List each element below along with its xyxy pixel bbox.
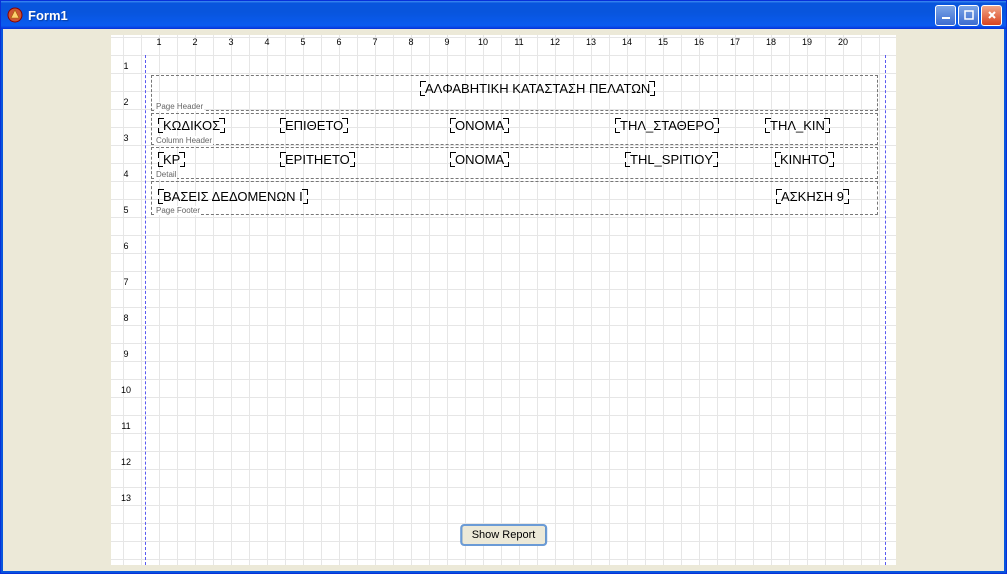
col-header-kodikos[interactable]: ΚΩΔΙΚΟΣ [160, 117, 223, 133]
report-title-field[interactable]: ΑΛΦΑΒΗΤΙΚΗ ΚΑΤΑΣΤΑΣΗ ΠΕΛΑΤΩΝ [422, 80, 653, 96]
window-buttons [935, 5, 1002, 26]
col-header-thl-stathero[interactable]: ΤΗΛ_ΣΤΑΘΕΡΟ [617, 117, 717, 133]
col-header-onoma[interactable]: ΟΝΟΜΑ [452, 117, 507, 133]
band-page-footer[interactable]: ΒΑΣΕΙΣ ΔΕΔΟΜΕΝΩΝ Ι ΑΣΚΗΣΗ 9 Page Footer [151, 181, 878, 215]
app-window: Form1 1 2 3 4 5 6 7 8 9 [0, 0, 1007, 574]
band-label: Page Header [155, 102, 204, 111]
band-column-header[interactable]: ΚΩΔΙΚΟΣ ΕΠΙΘΕΤΟ ΟΝΟΜΑ ΤΗΛ_ΣΤΑΘΕΡΟ ΤΗΛ_ΚΙ… [151, 113, 878, 145]
footer-left-field[interactable]: ΒΑΣΕΙΣ ΔΕΔΟΜΕΝΩΝ Ι [160, 188, 306, 204]
detail-onoma[interactable]: ONOMA [452, 151, 507, 167]
margin-guide-right[interactable] [885, 55, 886, 565]
maximize-button[interactable] [958, 5, 979, 26]
detail-epitheto[interactable]: EPITHETO [282, 151, 353, 167]
detail-kp[interactable]: KP [160, 151, 183, 167]
band-detail[interactable]: KP EPITHETO ONOMA THL_SPITIOY KINHTO Det… [151, 147, 878, 179]
detail-kinhto[interactable]: KINHTO [777, 151, 832, 167]
app-icon [7, 7, 23, 23]
band-label: Column Header [155, 136, 213, 145]
band-label: Detail [155, 170, 177, 179]
band-label: Page Footer [155, 206, 201, 215]
minimize-button[interactable] [935, 5, 956, 26]
footer-right-field[interactable]: ΑΣΚΗΣΗ 9 [778, 188, 847, 204]
col-header-thl-kin[interactable]: ΤΗΛ_ΚΙΝ [767, 117, 828, 133]
titlebar[interactable]: Form1 [1, 1, 1006, 29]
ruler-vertical: 1 2 3 4 5 6 7 8 9 10 11 12 13 [111, 55, 141, 523]
client-area: 1 2 3 4 5 6 7 8 9 10 11 12 13 14 15 16 1… [1, 29, 1006, 573]
report-designer[interactable]: 1 2 3 4 5 6 7 8 9 10 11 12 13 14 15 16 1… [111, 35, 896, 565]
band-page-header[interactable]: ΑΛΦΑΒΗΤΙΚΗ ΚΑΤΑΣΤΑΣΗ ΠΕΛΑΤΩΝ Page Header [151, 75, 878, 111]
window-title: Form1 [28, 8, 935, 23]
detail-thl-spitioy[interactable]: THL_SPITIOY [627, 151, 716, 167]
col-header-epitheto[interactable]: ΕΠΙΘΕΤΟ [282, 117, 346, 133]
show-report-button[interactable]: Show Report [461, 525, 547, 545]
close-button[interactable] [981, 5, 1002, 26]
ruler-horizontal: 1 2 3 4 5 6 7 8 9 10 11 12 13 14 15 16 1… [141, 37, 896, 51]
margin-guide-left[interactable] [145, 55, 146, 565]
